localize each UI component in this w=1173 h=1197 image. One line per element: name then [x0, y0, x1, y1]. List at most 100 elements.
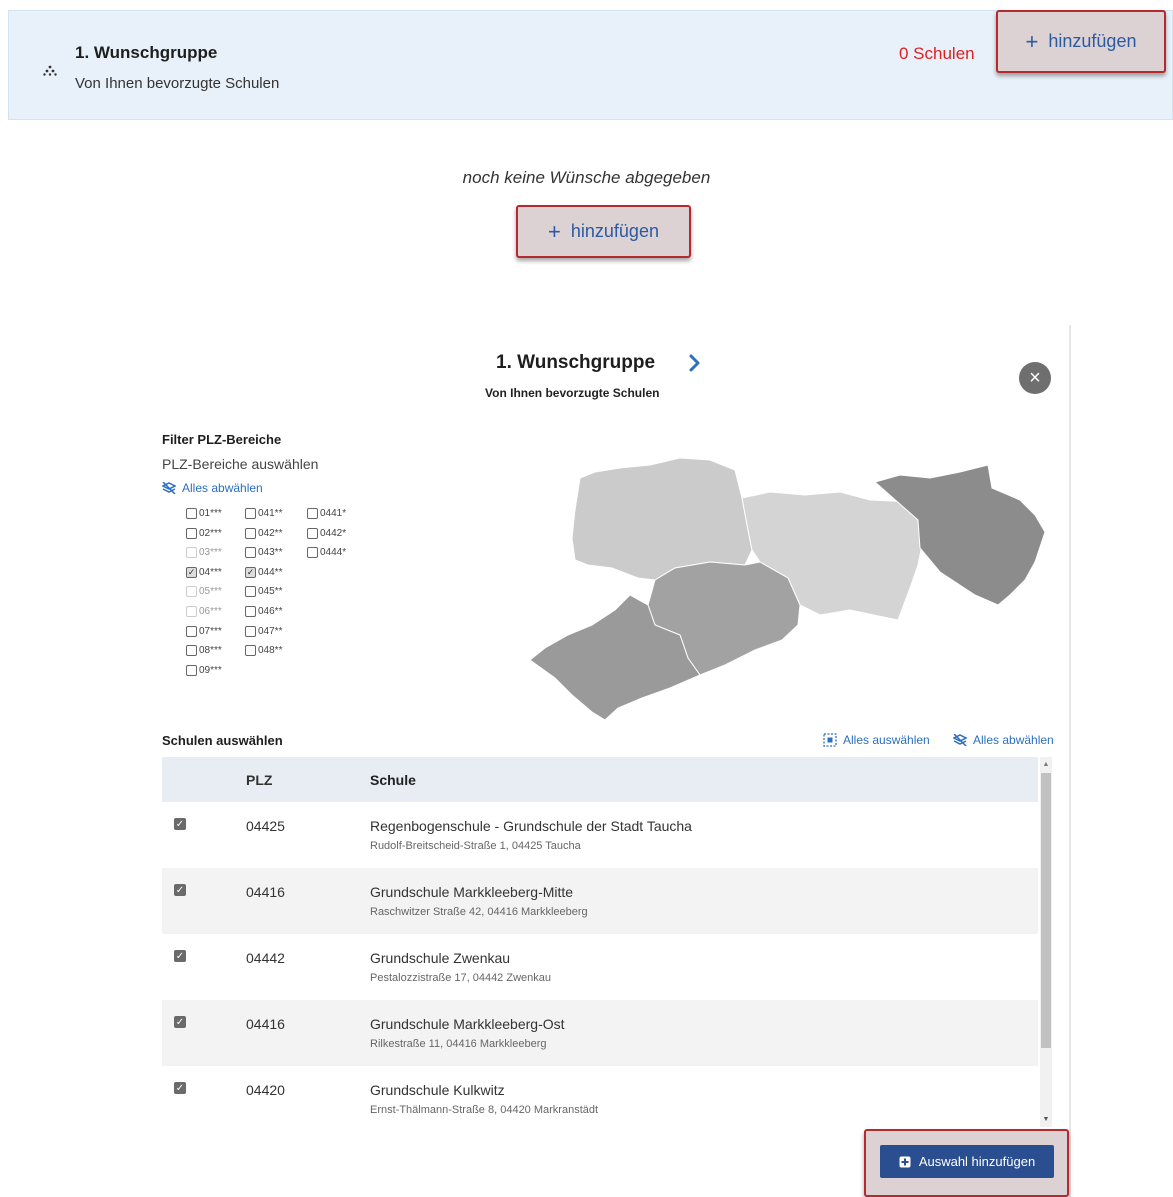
- row-plz: 04416: [246, 1016, 285, 1032]
- group-subtitle: Von Ihnen bevorzugte Schulen: [75, 75, 280, 92]
- plz-filter-checkbox[interactable]: 047**: [245, 625, 282, 637]
- row-school-name: Grundschule Markkleeberg-Ost: [370, 1016, 565, 1032]
- scrollbar-thumb[interactable]: [1041, 773, 1051, 1048]
- plz-filter-checkbox[interactable]: 02***: [186, 527, 222, 539]
- filter-heading: Filter PLZ-Bereiche: [162, 432, 282, 447]
- scroll-down-arrow-icon[interactable]: ▼: [1040, 1114, 1052, 1126]
- plz-filter-checkbox: 06***: [186, 606, 222, 617]
- row-school-name: Regenbogenschule - Grundschule der Stadt…: [370, 818, 692, 834]
- plz-filter-label: 0444*: [320, 547, 347, 559]
- plz-filter-checkbox[interactable]: 048**: [245, 645, 283, 657]
- scroll-up-arrow-icon[interactable]: ▲: [1040, 759, 1052, 771]
- plz-filter-checkbox[interactable]: 07***: [186, 625, 222, 637]
- checkbox-box: [245, 547, 256, 559]
- plz-filter-label: 045**: [258, 586, 283, 598]
- add-button-header[interactable]: + hinzufügen: [996, 10, 1166, 73]
- region-map[interactable]: [520, 450, 1055, 730]
- row-school-name: Grundschule Zwenkau: [370, 950, 511, 966]
- plz-filter-checkbox[interactable]: 09***: [186, 664, 222, 676]
- chevron-right-icon[interactable]: [688, 352, 702, 374]
- plz-filter-checkbox[interactable]: 01***: [186, 508, 222, 519]
- map-region-leipzig: [571, 457, 753, 581]
- add-box-icon: [899, 1156, 911, 1167]
- plz-filter-label: 048**: [258, 645, 283, 657]
- plz-filter-label: 02***: [199, 527, 222, 539]
- checkbox-box: [186, 625, 197, 637]
- checkbox-box: [186, 547, 197, 559]
- checkbox-box: [186, 508, 197, 519]
- plz-filter-label: 044**: [258, 566, 283, 578]
- table-row[interactable]: ✓ 04416 Grundschule Markkleeberg-Mitte Rasc…: [162, 868, 1038, 934]
- row-checkbox[interactable]: ✓: [174, 950, 186, 962]
- checkbox-box: [186, 664, 197, 676]
- row-checkbox[interactable]: ✓: [174, 884, 186, 896]
- schools-heading: Schulen auswählen: [162, 733, 283, 748]
- deselect-all-label: Alles abwählen: [973, 733, 1054, 747]
- filter-deselect-all-link[interactable]: Alles abwählen: [162, 481, 263, 495]
- plz-filter-checkbox[interactable]: 0444*: [307, 547, 347, 559]
- select-all-link[interactable]: Alles auswählen: [823, 733, 930, 747]
- row-school-name: Grundschule Markkleeberg-Mitte: [370, 884, 574, 900]
- plz-filter-label: 08***: [199, 645, 222, 657]
- plz-filter-label: 05***: [199, 586, 222, 598]
- row-checkbox[interactable]: ✓: [174, 818, 186, 830]
- column-header-school: Schule: [370, 771, 416, 788]
- filter-deselect-all-label: Alles abwählen: [182, 481, 263, 495]
- modal-title: 1. Wunschgruppe: [496, 352, 656, 373]
- add-button-empty-state[interactable]: + hinzufügen: [516, 205, 691, 258]
- row-school-address: Pestalozzistraße 17, 04442 Zwenkau: [370, 972, 551, 984]
- plus-icon: +: [548, 218, 561, 244]
- checkbox-box: [245, 508, 256, 519]
- empty-state-message: noch keine Wünsche abgegeben: [462, 168, 711, 187]
- checkbox-box: [245, 625, 256, 637]
- plz-filter-label: 06***: [199, 606, 222, 617]
- plz-filter-checkbox[interactable]: 0442*: [307, 527, 347, 539]
- schools-table: PLZ Schule ✓ 04425 Regenbogenschule - Grun…: [162, 757, 1038, 1127]
- plz-filter-label: 0442*: [320, 527, 347, 539]
- row-school-address: Ernst-Thälmann-Straße 8, 04420 Markranst…: [370, 1104, 599, 1116]
- plz-filter-checkbox[interactable]: 042**: [245, 527, 283, 539]
- checkbox-box: [186, 645, 197, 657]
- plz-filter-label: 07***: [199, 625, 222, 637]
- plz-filter-label: 046**: [258, 606, 283, 617]
- plz-filter-checkbox[interactable]: 045**: [245, 586, 283, 598]
- row-checkbox[interactable]: ✓: [174, 1016, 186, 1028]
- table-row[interactable]: ✓ 04425 Regenbogenschule - Grundschule der…: [162, 802, 1038, 868]
- table-row[interactable]: ✓ 04442 Grundschule Zwenkau Pestalozzistraß…: [162, 934, 1038, 1000]
- plus-icon: +: [1025, 28, 1039, 54]
- checkbox-box: [245, 586, 256, 598]
- row-plz: 04442: [246, 950, 285, 966]
- checkmark-icon: ✓: [245, 566, 256, 578]
- plz-filter-checkbox[interactable]: 0441*: [307, 508, 346, 519]
- plz-filter-label: 03***: [199, 547, 222, 559]
- plz-filter-label: 041**: [258, 508, 283, 519]
- plz-filter-checkbox[interactable]: 08***: [186, 645, 222, 657]
- filter-subheading: PLZ-Bereiche auswählen: [162, 456, 319, 472]
- row-plz: 04425: [246, 818, 285, 834]
- layers-off-icon: [162, 482, 176, 494]
- checkbox-box: [186, 527, 197, 539]
- row-checkbox[interactable]: ✓: [174, 1082, 186, 1094]
- plz-filter-checkbox[interactable]: 046**: [245, 606, 282, 617]
- checkbox-box: [307, 527, 318, 539]
- collapse-icon[interactable]: [43, 63, 57, 77]
- add-button-label: hinzufügen: [1048, 31, 1137, 51]
- plz-filter-checkbox[interactable]: 043**: [245, 547, 282, 559]
- group-title: 1. Wunschgruppe: [75, 43, 218, 62]
- checkbox-box: [186, 606, 197, 617]
- plz-filter-checkbox[interactable]: ✓ 044**: [245, 566, 283, 578]
- layers-off-icon: [953, 734, 967, 746]
- plz-filter-checkbox[interactable]: 041**: [245, 508, 282, 519]
- add-selection-button[interactable]: Auswahl hinzufügen: [880, 1145, 1054, 1178]
- row-school-name: Grundschule Kulkwitz: [370, 1082, 505, 1098]
- table-row[interactable]: ✓ 04420 Grundschule Kulkwitz Ernst-Thälmann…: [162, 1066, 1038, 1127]
- modal-subtitle: Von Ihnen bevorzugte Schulen: [485, 386, 660, 400]
- row-school-address: Rudolf-Breitscheid-Straße 1, 04425 Tauch…: [370, 840, 581, 852]
- plz-filter-checkbox[interactable]: ✓ 04***: [186, 566, 222, 578]
- close-icon[interactable]: ×: [1019, 362, 1051, 394]
- school-count: 0 Schulen: [899, 44, 975, 63]
- plz-filter-label: 0441*: [320, 508, 347, 519]
- table-row[interactable]: ✓ 04416 Grundschule Markkleeberg-Ost Rilkes…: [162, 1000, 1038, 1066]
- plz-filter-label: 042**: [258, 527, 283, 539]
- deselect-all-link[interactable]: Alles abwählen: [953, 733, 1054, 747]
